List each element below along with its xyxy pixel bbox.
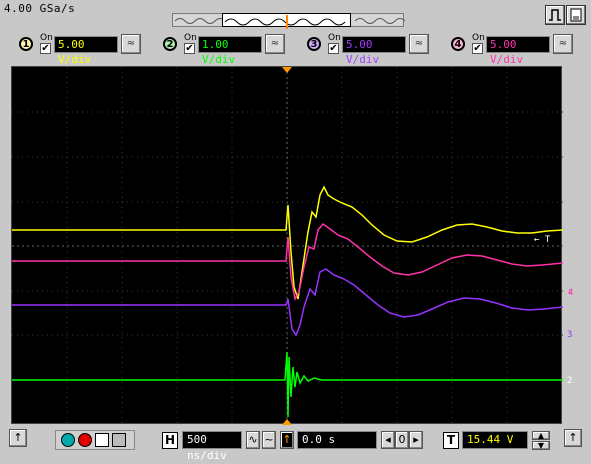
delay-left-button[interactable]: ◂ xyxy=(381,431,395,449)
channel-1-scale[interactable]: 5.00 V/div xyxy=(54,36,118,66)
trigger-level-field[interactable]: 15.44 V xyxy=(462,431,528,449)
channel-4-scale[interactable]: 5.00 V/div xyxy=(486,36,550,66)
trigger-label: T xyxy=(443,432,459,449)
run-mode-icon[interactable] xyxy=(545,5,565,25)
channel-3-on-checkbox[interactable]: ✔ xyxy=(328,43,339,54)
trigger-delay-icon[interactable]: ↑ xyxy=(280,431,294,449)
channel-3-adjust-button[interactable]: ≈ xyxy=(409,34,429,54)
channel-4-on-label: On xyxy=(472,33,485,43)
scroll-down-button[interactable]: ↑ xyxy=(564,429,582,447)
channel-3-scale[interactable]: 5.00 V/div xyxy=(342,36,406,66)
fine-adjust-icon[interactable]: ∿ xyxy=(246,431,260,449)
channel-1-on-label: On xyxy=(40,33,53,43)
channel-3-on-label: On xyxy=(328,33,341,43)
channel-2-on-label: On xyxy=(184,33,197,43)
horizontal-label: H xyxy=(162,432,178,449)
channel-2-adjust-button[interactable]: ≈ xyxy=(265,34,285,54)
channel-2-trace xyxy=(12,351,563,418)
channel-1-adjust-button[interactable]: ≈ xyxy=(121,34,141,54)
scroll-up-button[interactable]: ↑ xyxy=(9,429,27,447)
channel-1-on-checkbox[interactable]: ✔ xyxy=(40,43,51,54)
channel-2-scale[interactable]: 1.00 V/div xyxy=(198,36,262,66)
trigger-level-marker[interactable]: ← T xyxy=(534,235,550,245)
channel-4-marker-outer: ↓ xyxy=(567,287,573,297)
channel-4-on-checkbox[interactable]: ✔ xyxy=(472,43,483,54)
overview-window[interactable] xyxy=(222,13,351,29)
trigger-level-down-button[interactable]: ▼ xyxy=(532,441,550,450)
delay-right-button[interactable]: ▸ xyxy=(409,431,423,449)
coarse-adjust-icon[interactable]: ~ xyxy=(262,431,276,449)
sample-rate: 4.00 GSa/s xyxy=(4,2,76,15)
channel-4-adjust-button[interactable]: ≈ xyxy=(553,34,573,54)
overview-window-wave xyxy=(224,15,346,29)
waveform-plot xyxy=(12,67,563,425)
channel-3-ground-marker[interactable]: 3 xyxy=(567,330,572,340)
channel-4-badge[interactable]: 4 xyxy=(451,37,465,51)
delay-field[interactable]: 0.0 s xyxy=(297,431,377,449)
channel-3-badge[interactable]: 3 xyxy=(307,37,321,51)
save-file-icon[interactable] xyxy=(566,5,586,25)
oscilloscope-display[interactable]: ← T 4 xyxy=(11,66,573,425)
autoscale-icon[interactable] xyxy=(95,433,109,447)
channel-2-on-checkbox[interactable]: ✔ xyxy=(184,43,195,54)
channel-2-badge[interactable]: 2 xyxy=(163,37,177,51)
stop-icon[interactable] xyxy=(78,433,92,447)
channel-1-badge[interactable]: 1 xyxy=(19,37,33,51)
print-icon[interactable] xyxy=(112,433,126,447)
run-icon[interactable] xyxy=(61,433,75,447)
time-scale-field[interactable]: 500 ns/div xyxy=(182,431,242,462)
trigger-position-marker xyxy=(282,67,292,73)
channel-2-ground-marker[interactable]: 2 xyxy=(567,376,572,386)
trigger-level-up-button[interactable]: ▲ xyxy=(532,431,550,440)
trigger-bottom-marker xyxy=(282,419,292,425)
delay-zero-button[interactable]: 0 xyxy=(395,431,409,449)
